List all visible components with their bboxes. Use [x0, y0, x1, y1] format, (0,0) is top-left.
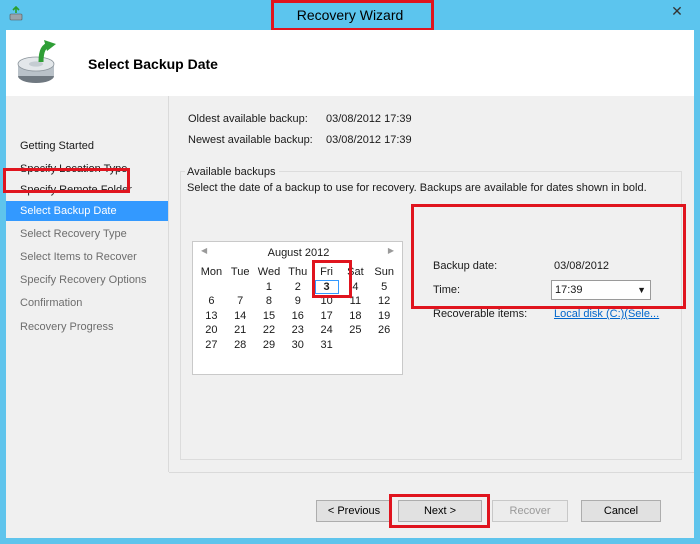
sidebar-item[interactable]: Select Recovery Type [6, 224, 168, 244]
calendar-day[interactable]: 22 [255, 323, 284, 338]
sidebar-item[interactable]: Confirmation [6, 293, 168, 313]
calendar-day[interactable]: 29 [255, 338, 284, 353]
calendar-week-row: 13 14 15 16 17 18 19 [197, 309, 399, 324]
calendar-day[interactable]: 11 [341, 294, 370, 309]
sidebar-item[interactable]: Specify Remote Folder [6, 180, 168, 200]
calendar-day [370, 338, 399, 353]
oldest-backup-value: 03/08/2012 17:39 [326, 113, 412, 125]
calendar-week-row: 6 7 8 9 10 11 12 [197, 294, 399, 309]
chevron-down-icon: ▼ [637, 285, 646, 295]
calendar-day[interactable]: 7 [226, 294, 255, 309]
sidebar-item[interactable]: Specify Location Type [6, 159, 168, 179]
calendar-day[interactable]: 18 [341, 309, 370, 324]
recover-button[interactable]: Recover [492, 500, 568, 522]
recoverable-items-link[interactable]: Local disk (C:)(Sele... [554, 308, 659, 320]
calendar-day-selected-label: 3 [314, 279, 339, 294]
window-title: Recovery Wizard [296, 7, 404, 23]
page-title: Select Backup Date [88, 56, 218, 72]
calendar-day[interactable]: 17 [312, 309, 341, 324]
calendar-day[interactable]: 10 [312, 294, 341, 309]
calendar-day[interactable]: 25 [341, 323, 370, 338]
calendar-day[interactable]: 14 [226, 309, 255, 324]
calendar-day[interactable]: 19 [370, 309, 399, 324]
calendar-day-header: Mon [200, 266, 223, 278]
calendar-day-header: Wed [257, 266, 281, 278]
calendar-day[interactable]: 9 [283, 294, 312, 309]
time-select[interactable]: 17:39 ▼ [551, 280, 651, 300]
close-button[interactable]: ✕ [664, 1, 690, 21]
calendar-day[interactable]: 13 [197, 309, 226, 324]
calendar-day [197, 280, 226, 295]
calendar-day[interactable]: 27 [197, 338, 226, 353]
calendar-day[interactable]: 8 [255, 294, 284, 309]
calendar-day[interactable]: 24 [312, 323, 341, 338]
previous-button[interactable]: < Previous [316, 500, 392, 522]
footer-divider [169, 472, 694, 473]
calendar-day[interactable]: 31 [312, 338, 341, 353]
next-month-icon[interactable]: ▶ [388, 246, 394, 255]
backup-drive-icon [17, 40, 56, 83]
calendar-day[interactable]: 5 [370, 280, 399, 295]
calendar-day[interactable]: 6 [197, 294, 226, 309]
sidebar-item[interactable]: Select Backup Date [6, 201, 168, 221]
calendar-day[interactable]: 1 [255, 280, 284, 295]
calendar-day-header-row: Mon Tue Wed Thu Fri Sat Sun [197, 265, 399, 280]
calendar-day[interactable]: 30 [283, 338, 312, 353]
title-bar: Recovery Wizard ✕ [0, 0, 700, 30]
calendar-day-header: Tue [230, 266, 250, 278]
calendar-day-header: Sat [347, 266, 364, 278]
available-backups-title: Available backups [185, 166, 280, 178]
calendar-day[interactable]: 15 [255, 309, 284, 324]
newest-backup-value: 03/08/2012 17:39 [326, 134, 412, 146]
main-panel: Oldest available backup: 03/08/2012 17:3… [169, 96, 694, 472]
recoverable-items-label: Recoverable items: [433, 308, 528, 320]
next-button[interactable]: Next > [398, 500, 482, 522]
time-select-value: 17:39 [555, 284, 583, 296]
calendar-day[interactable]: 28 [226, 338, 255, 353]
calendar-day[interactable]: 4 [341, 280, 370, 295]
sidebar-item[interactable]: Specify Recovery Options [6, 270, 168, 290]
available-backups-description: Select the date of a backup to use for r… [187, 182, 647, 194]
newest-backup-label: Newest available backup: [188, 134, 313, 146]
calendar-day[interactable]: 26 [370, 323, 399, 338]
calendar-grid: Mon Tue Wed Thu Fri Sat Sun 1 2 3 4 5 6 7 8 9 10 11 12 13 14… [197, 265, 399, 352]
calendar-day-header: Fri [320, 266, 333, 278]
calendar-day[interactable]: 12 [370, 294, 399, 309]
wizard-header: Select Backup Date [6, 30, 694, 96]
calendar-week-row: 20 21 22 23 24 25 26 [197, 323, 399, 338]
wizard-steps-sidebar: Getting Started Specify Location Type Spec… [6, 96, 168, 538]
calendar-day[interactable]: 21 [226, 323, 255, 338]
calendar-month[interactable]: August 2012 [193, 247, 404, 259]
wizard-window: Select Backup Date Getting Started Specif… [6, 30, 694, 538]
time-label: Time: [433, 284, 461, 296]
calendar-day [226, 280, 255, 295]
calendar-week-row: 12345 [197, 279, 399, 295]
cancel-button[interactable]: Cancel [581, 500, 661, 522]
calendar-day-header: Sun [374, 266, 394, 278]
calendar-day[interactable]: 2 [283, 280, 312, 295]
calendar-day-selected[interactable]: 3 [312, 279, 341, 295]
backup-calendar[interactable]: ◀ August 2012 ▶ Mon Tue Wed Thu Fri Sat Sun 1 2 3… [192, 241, 403, 375]
oldest-backup-label: Oldest available backup: [188, 113, 308, 125]
backup-date-label: Backup date: [433, 260, 498, 272]
sidebar-item[interactable]: Select Items to Recover [6, 247, 168, 267]
calendar-day [341, 338, 370, 353]
sidebar-item[interactable]: Recovery Progress [6, 317, 168, 337]
backup-date-value: 03/08/2012 [554, 260, 610, 272]
calendar-day[interactable]: 16 [283, 309, 312, 324]
calendar-day[interactable]: 20 [197, 323, 226, 338]
sidebar-item[interactable]: Getting Started [6, 136, 168, 156]
calendar-day-header: Thu [288, 266, 308, 278]
calendar-day[interactable]: 23 [283, 323, 312, 338]
calendar-week-row: 27 28 29 30 31 [197, 338, 399, 353]
